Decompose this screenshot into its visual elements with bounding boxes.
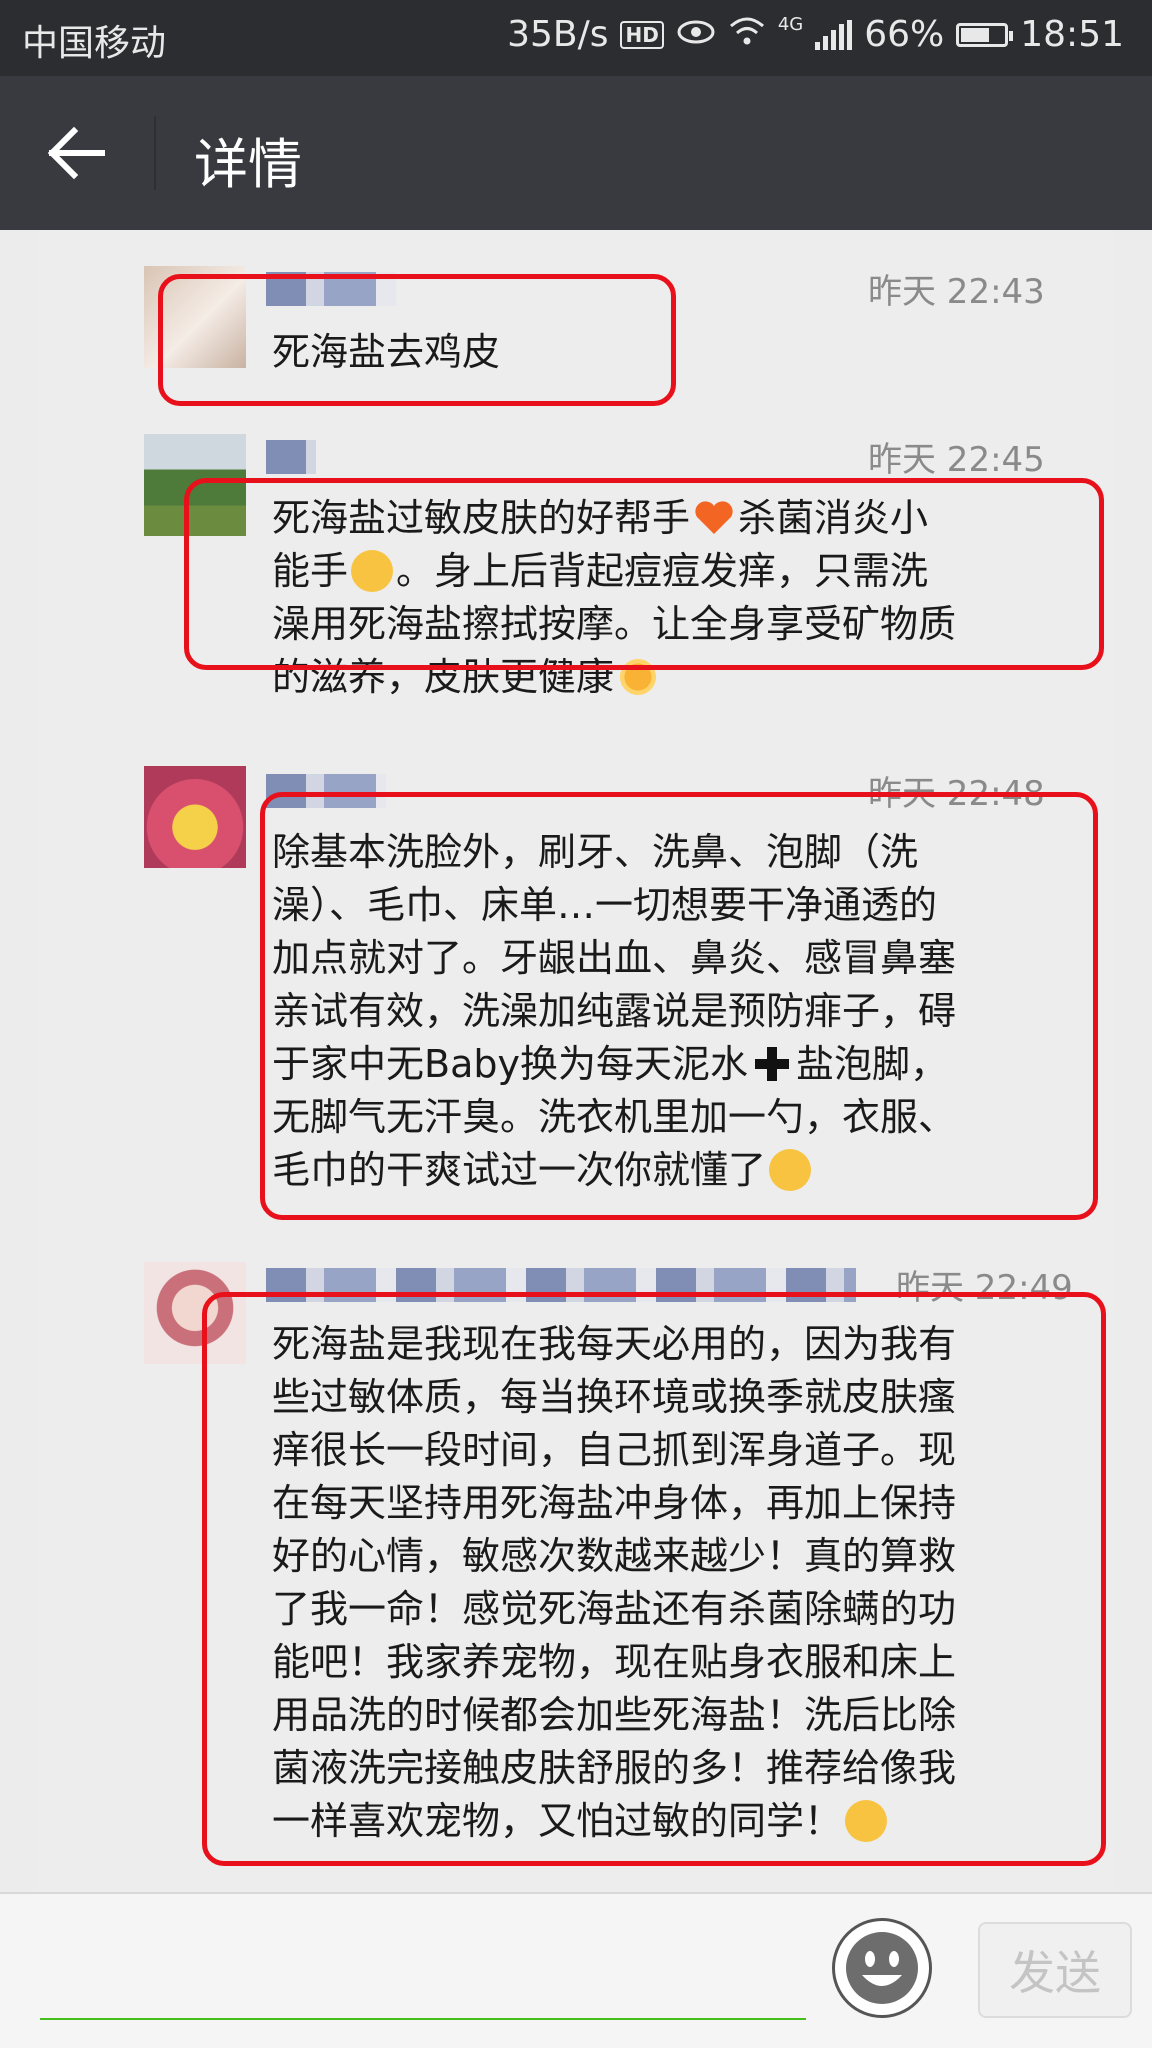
comment-input[interactable] xyxy=(40,2018,806,2020)
status-bar: 中国移动 35B/s HD 4G 66% 18:51 xyxy=(0,0,1152,76)
battery-icon xyxy=(956,22,1014,47)
hd-icon: HD xyxy=(620,20,664,49)
status-icons: 35B/s HD 4G 66% 18:51 xyxy=(507,14,1124,55)
highlight-box xyxy=(260,792,1098,1220)
title-divider xyxy=(154,116,156,190)
back-arrow-icon xyxy=(47,126,105,180)
clock: 18:51 xyxy=(1020,14,1124,55)
net-speed: 35B/s xyxy=(507,14,609,55)
avatar[interactable] xyxy=(144,766,246,868)
comment-list[interactable]: 昨天 22:43 死海盐去鸡皮 昨天 22:45 死海盐过敏皮肤的好帮手 杀菌消炎… xyxy=(38,230,1114,1892)
comment-time: 昨天 22:43 xyxy=(868,272,1045,312)
eye-icon xyxy=(676,14,716,55)
highlight-box xyxy=(202,1292,1106,1866)
page-title: 详情 xyxy=(194,133,302,196)
highlight-box xyxy=(184,478,1104,670)
comment-time: 昨天 22:45 xyxy=(868,440,1045,480)
send-button[interactable]: 发送 xyxy=(978,1922,1132,2018)
carrier-label: 中国移动 xyxy=(22,23,167,64)
wifi-icon xyxy=(728,14,766,55)
battery-percent: 66% xyxy=(864,14,945,55)
emoji-button[interactable] xyxy=(832,1918,932,2018)
nickname-blurred[interactable] xyxy=(266,440,316,474)
input-bar: 发送 xyxy=(0,1892,1152,2048)
title-bar: 详情 xyxy=(0,76,1152,230)
back-button[interactable] xyxy=(40,118,120,188)
network-type: 4G xyxy=(777,14,804,35)
highlight-box xyxy=(158,274,676,406)
smiley-icon xyxy=(846,1932,918,2004)
signal-icon xyxy=(815,19,853,50)
